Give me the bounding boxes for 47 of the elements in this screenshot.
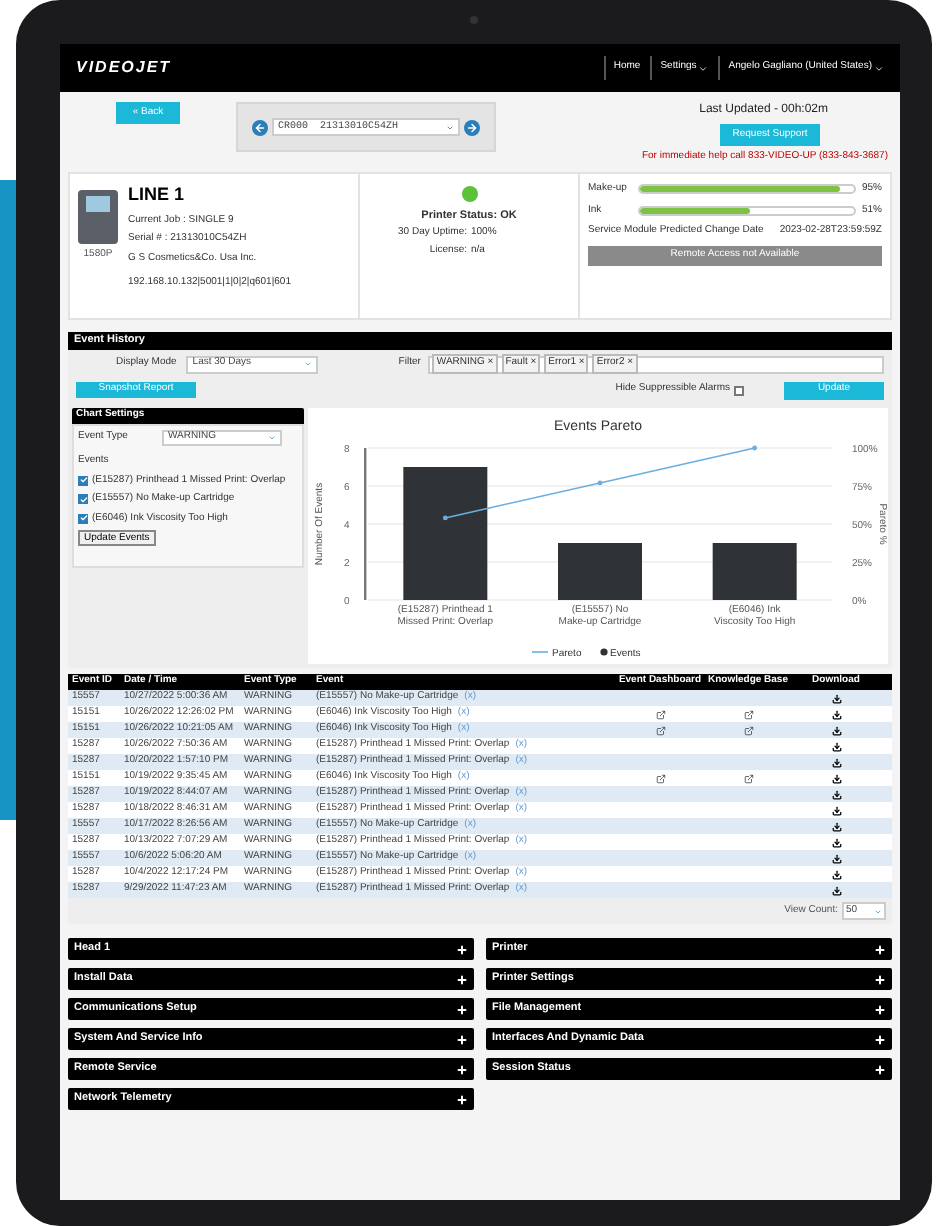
download-icon[interactable] xyxy=(831,837,841,847)
external-link-icon[interactable] xyxy=(655,773,665,783)
plus-icon xyxy=(874,943,886,955)
external-link-icon[interactable] xyxy=(743,709,753,719)
bar xyxy=(558,543,642,600)
plus-icon xyxy=(456,973,468,985)
download-icon[interactable] xyxy=(831,805,841,815)
download-icon[interactable] xyxy=(831,853,841,863)
download-icon[interactable] xyxy=(831,789,841,799)
check-icon xyxy=(79,476,87,485)
download-icon[interactable] xyxy=(831,821,841,831)
check-icon xyxy=(79,514,87,523)
plus-icon xyxy=(456,1033,468,1045)
plus-icon xyxy=(874,1033,886,1045)
external-link-icon[interactable] xyxy=(655,725,665,735)
check-icon xyxy=(79,495,87,504)
plus-icon xyxy=(456,943,468,955)
download-icon[interactable] xyxy=(831,869,841,879)
external-link-icon[interactable] xyxy=(743,773,753,783)
download-icon[interactable] xyxy=(831,725,841,735)
external-link-icon[interactable] xyxy=(743,725,753,735)
plus-icon xyxy=(874,973,886,985)
event-checkbox[interactable] xyxy=(78,475,88,486)
printer-name: LINE 1 xyxy=(128,182,187,208)
plus-icon xyxy=(874,1063,886,1075)
caret-icon xyxy=(698,63,709,73)
plus-icon xyxy=(874,1003,886,1015)
event-checkbox[interactable] xyxy=(78,513,88,524)
hide-alarms-checkbox[interactable] xyxy=(734,385,744,395)
download-icon[interactable] xyxy=(831,773,841,783)
external-link-icon[interactable] xyxy=(655,709,665,719)
plus-icon xyxy=(456,1003,468,1015)
plus-icon xyxy=(456,1063,468,1075)
event-checkbox[interactable] xyxy=(78,494,88,505)
caret-icon xyxy=(874,63,884,73)
download-icon[interactable] xyxy=(831,693,841,703)
legend-line-icon xyxy=(531,651,549,653)
printer-drawing xyxy=(78,190,118,244)
download-icon[interactable] xyxy=(831,709,841,719)
download-icon[interactable] xyxy=(831,741,841,751)
logo: VIDEOJET xyxy=(76,56,172,80)
bar xyxy=(403,467,488,600)
bar xyxy=(712,543,797,600)
download-icon[interactable] xyxy=(831,885,841,895)
plus-icon xyxy=(456,1093,468,1105)
download-icon[interactable] xyxy=(831,757,841,767)
legend-dot-icon xyxy=(600,648,608,656)
